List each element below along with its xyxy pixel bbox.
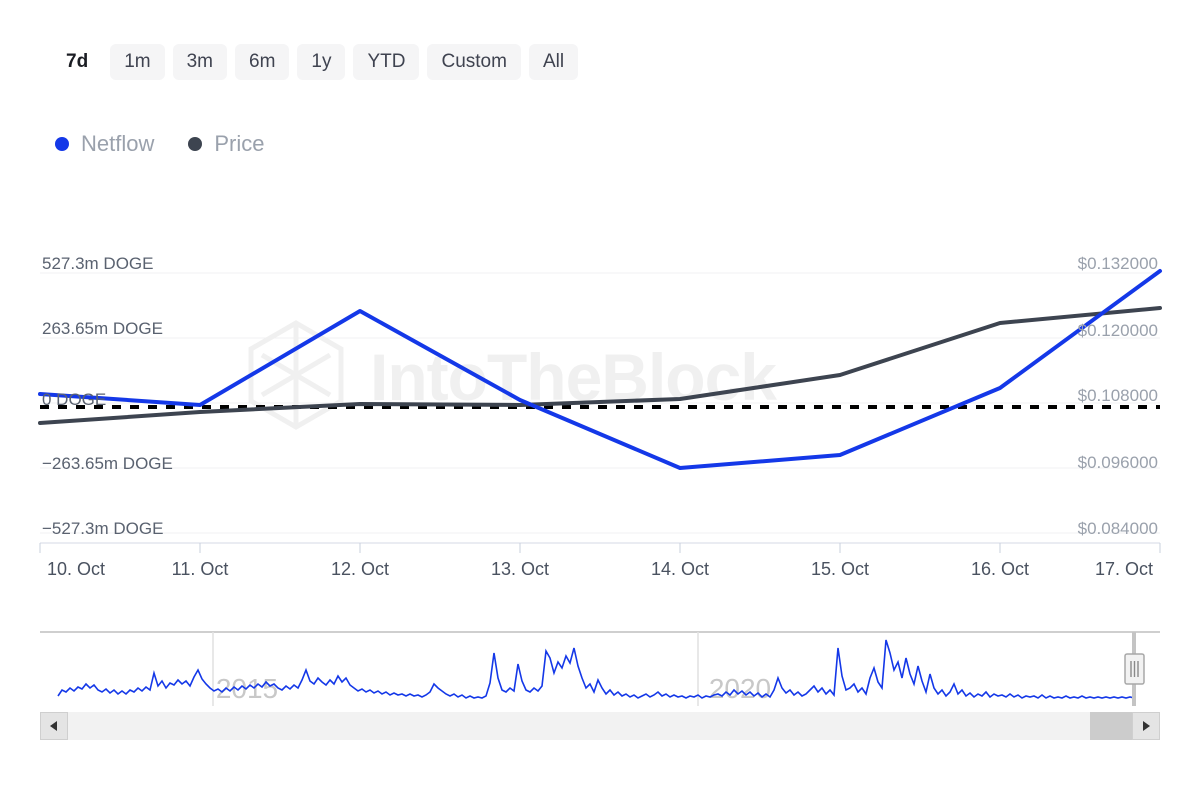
period-button-1y[interactable]: 1y (297, 44, 345, 80)
chart-y-axis-right-labels: $0.132000 $0.120000 $0.108000 $0.096000 … (1078, 254, 1158, 538)
legend-item-netflow[interactable]: Netflow (55, 133, 154, 155)
x-tick-label-3: 13. Oct (491, 559, 549, 579)
scroll-left-button[interactable] (40, 712, 68, 740)
legend-dot-icon-netflow (55, 137, 69, 151)
navigator-series-line (58, 640, 1134, 698)
legend-label-netflow: Netflow (81, 133, 154, 155)
chart-navigator[interactable]: 2015 2020 (40, 618, 1160, 708)
y-right-tick-label-1: $0.120000 (1078, 321, 1158, 340)
navigator-scrollbar[interactable] (40, 712, 1160, 740)
x-tick-label-7: 17. Oct (1095, 559, 1153, 579)
x-tick-label-6: 16. Oct (971, 559, 1029, 579)
chart-x-axis (40, 543, 1160, 553)
navigator-year-label-2020: 2020 (709, 673, 771, 704)
period-button-3m[interactable]: 3m (173, 44, 227, 80)
y-left-tick-label-3: −263.65m DOGE (42, 454, 173, 473)
chart-canvas[interactable]: IntoTheBlock 10. Oct 11. Oct 12. Oct 13.… (0, 200, 1200, 600)
period-selector: 7d 1m 3m 6m 1y YTD Custom All (52, 44, 578, 80)
x-tick-label-2: 12. Oct (331, 559, 389, 579)
period-button-6m[interactable]: 6m (235, 44, 289, 80)
legend-item-price[interactable]: Price (188, 133, 264, 155)
watermark-intotheblock: IntoTheBlock (251, 323, 777, 427)
y-right-tick-label-2: $0.108000 (1078, 386, 1158, 405)
period-button-1m[interactable]: 1m (110, 44, 164, 80)
legend-label-price: Price (214, 133, 264, 155)
x-tick-label-1: 11. Oct (172, 559, 229, 579)
chart-x-tick-labels: 10. Oct 11. Oct 12. Oct 13. Oct 14. Oct … (47, 559, 1153, 579)
period-button-custom[interactable]: Custom (427, 44, 520, 80)
period-button-all[interactable]: All (529, 44, 578, 80)
y-right-tick-label-4: $0.084000 (1078, 519, 1158, 538)
y-left-tick-label-0: 527.3m DOGE (42, 254, 154, 273)
triangle-right-icon (1141, 720, 1151, 732)
x-tick-label-4: 14. Oct (651, 559, 709, 579)
period-button-ytd[interactable]: YTD (353, 44, 419, 80)
y-left-tick-label-4: −527.3m DOGE (42, 519, 163, 538)
y-left-tick-label-2: 0 DOGE (42, 390, 106, 409)
y-left-tick-label-1: 263.65m DOGE (42, 319, 163, 338)
navigator-handle-right[interactable] (1125, 632, 1144, 706)
y-right-tick-label-3: $0.096000 (1078, 453, 1158, 472)
scrollbar-thumb[interactable] (1090, 712, 1132, 740)
legend-dot-icon-price (188, 137, 202, 151)
navigator-canvas[interactable]: 2015 2020 (40, 618, 1160, 708)
y-right-tick-label-0: $0.132000 (1078, 254, 1158, 273)
scroll-right-button[interactable] (1132, 712, 1160, 740)
chart-legend: Netflow Price (55, 133, 264, 155)
period-button-7d[interactable]: 7d (52, 44, 102, 80)
main-chart[interactable]: IntoTheBlock 10. Oct 11. Oct 12. Oct 13.… (0, 200, 1200, 600)
triangle-left-icon (49, 720, 59, 732)
scrollbar-track[interactable] (68, 712, 1132, 740)
chart-y-axis-left-labels: 527.3m DOGE 263.65m DOGE 0 DOGE −263.65m… (42, 254, 173, 538)
x-tick-label-5: 15. Oct (811, 559, 869, 579)
x-tick-label-0: 10. Oct (47, 559, 105, 579)
